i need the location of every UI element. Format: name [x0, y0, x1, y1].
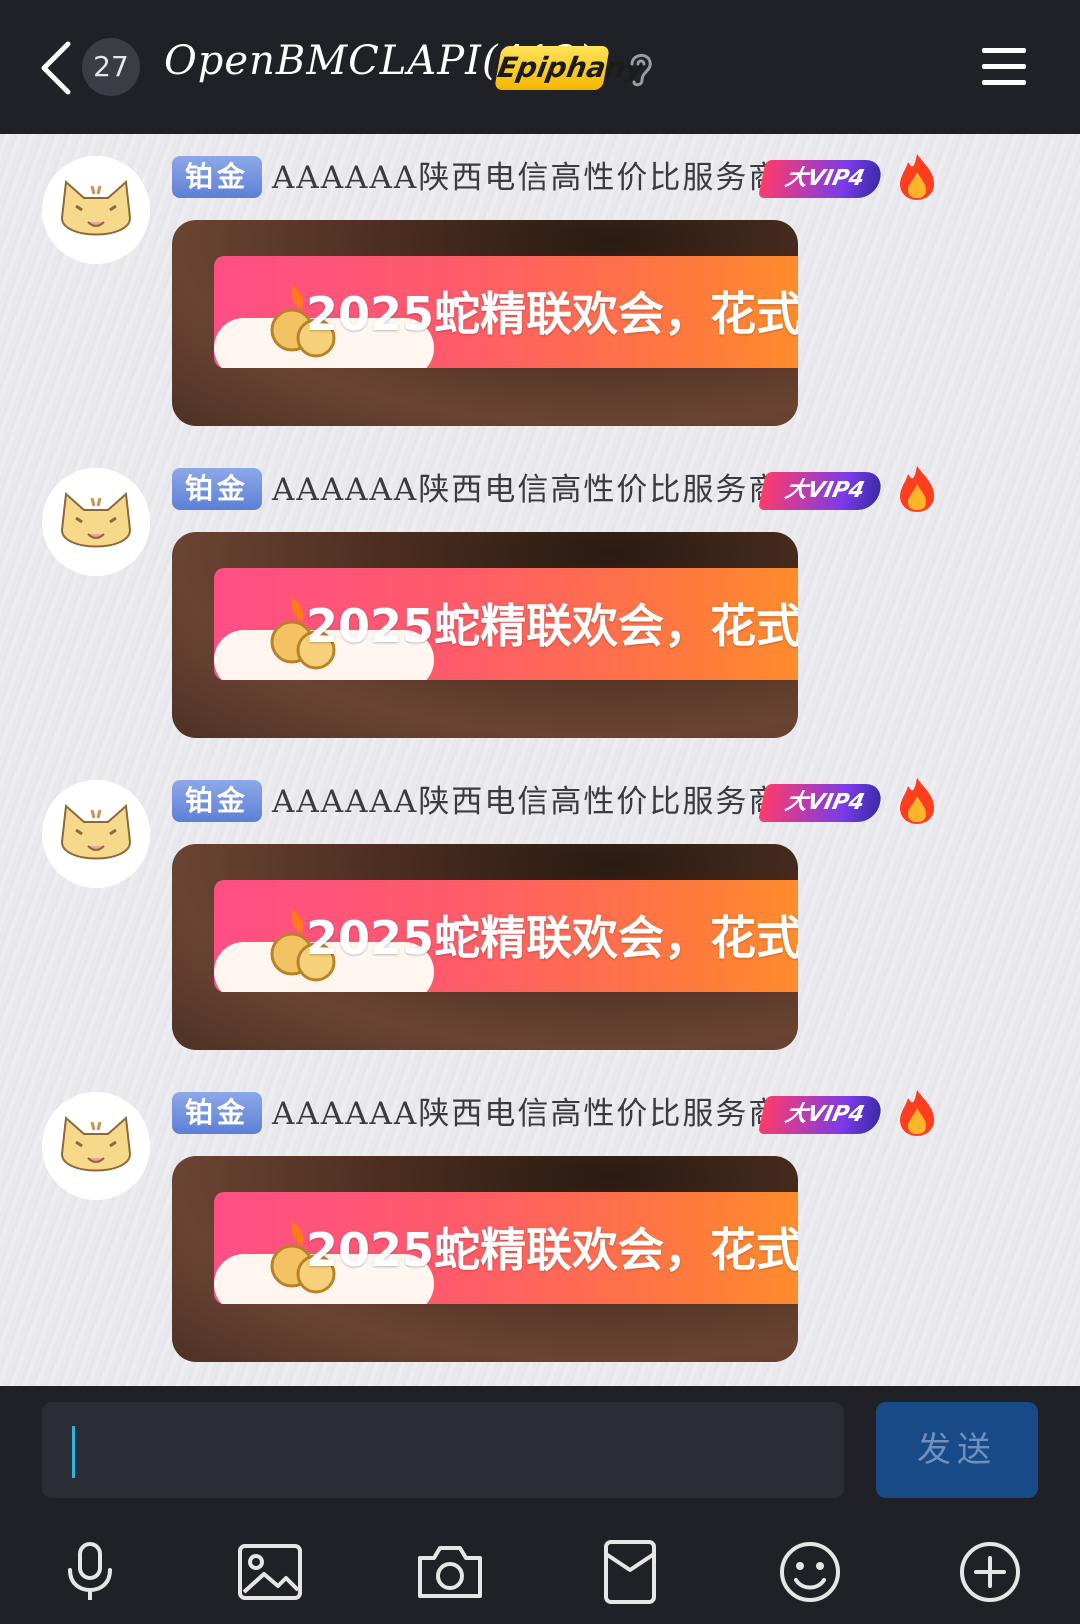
plus-icon[interactable]: [954, 1536, 1026, 1608]
emoji-icon[interactable]: [774, 1536, 846, 1608]
vip-badge: 大VIP4: [757, 160, 885, 198]
avatar[interactable]: [42, 468, 150, 576]
sender-name[interactable]: AAAAAA陕西电信高性价比服务商: [272, 780, 781, 824]
message-bubble[interactable]: 2025蛇精联欢会，花式: [172, 1156, 798, 1362]
rank-badge: 铂金: [172, 156, 262, 198]
message-list[interactable]: 铂金 AAAAAA陕西电信高性价比服务商 大VIP4 2025蛇精联欢会，花式: [0, 134, 1080, 1386]
promo-banner[interactable]: 2025蛇精联欢会，花式: [214, 256, 798, 368]
image-icon[interactable]: [234, 1536, 306, 1608]
chat-message: 铂金 AAAAAA陕西电信高性价比服务商 大VIP4 2025蛇精联欢会，花式: [0, 446, 1080, 746]
message-bubble[interactable]: 2025蛇精联欢会，花式: [172, 532, 798, 738]
banner-text: 2025蛇精联欢会，花式: [306, 911, 798, 965]
sender-name[interactable]: AAAAAA陕西电信高性价比服务商: [272, 1092, 781, 1136]
avatar[interactable]: [42, 1092, 150, 1200]
ear-icon[interactable]: [624, 48, 656, 88]
promo-banner[interactable]: 2025蛇精联欢会，花式: [214, 880, 798, 992]
promo-banner[interactable]: 2025蛇精联欢会，花式: [214, 1192, 798, 1304]
chat-message: 铂金 AAAAAA陕西电信高性价比服务商 大VIP4 2025蛇精联欢会，花式: [0, 134, 1080, 434]
text-caret: [72, 1426, 75, 1478]
red-packet-icon[interactable]: [594, 1536, 666, 1608]
vip-badge: 大VIP4: [757, 1096, 885, 1134]
fire-icon: [900, 1090, 934, 1136]
unread-count-badge[interactable]: 27: [82, 38, 140, 96]
send-button[interactable]: 发送: [876, 1402, 1038, 1498]
menu-icon[interactable]: [980, 44, 1028, 88]
fire-icon: [900, 778, 934, 824]
camera-icon[interactable]: [414, 1536, 486, 1608]
rank-badge: 铂金: [172, 468, 262, 510]
composer-bar: 发送: [0, 1386, 1080, 1518]
banner-text: 2025蛇精联欢会，花式: [306, 287, 798, 341]
chat-message: 铂金 AAAAAA陕西电信高性价比服务商 大VIP4 2025蛇精联欢会，花式: [0, 1070, 1080, 1370]
avatar[interactable]: [42, 156, 150, 264]
chat-header: 27 OpenBMCLAPI(412) Epiphany: [0, 0, 1080, 134]
sender-name[interactable]: AAAAAA陕西电信高性价比服务商: [272, 156, 781, 200]
rank-badge: 铂金: [172, 1092, 262, 1134]
vip-badge: 大VIP4: [757, 472, 885, 510]
banner-text: 2025蛇精联欢会，花式: [306, 599, 798, 653]
sender-name[interactable]: AAAAAA陕西电信高性价比服务商: [272, 468, 781, 512]
input-toolbar: [0, 1518, 1080, 1624]
banner-text: 2025蛇精联欢会，花式: [306, 1223, 798, 1277]
message-input[interactable]: [42, 1402, 844, 1498]
avatar[interactable]: [42, 780, 150, 888]
rank-badge: 铂金: [172, 780, 262, 822]
message-bubble[interactable]: 2025蛇精联欢会，花式: [172, 844, 798, 1050]
message-bubble[interactable]: 2025蛇精联欢会，花式: [172, 220, 798, 426]
fire-icon: [900, 466, 934, 512]
promo-banner[interactable]: 2025蛇精联欢会，花式: [214, 568, 798, 680]
chat-message: 铂金 AAAAAA陕西电信高性价比服务商 大VIP4 2025蛇精联欢会，花式: [0, 758, 1080, 1058]
vip-badge: 大VIP4: [757, 784, 885, 822]
microphone-icon[interactable]: [54, 1536, 126, 1608]
fire-icon: [900, 154, 934, 200]
group-tag-badge: Epiphany: [494, 46, 647, 90]
back-arrow-icon[interactable]: [36, 40, 76, 96]
